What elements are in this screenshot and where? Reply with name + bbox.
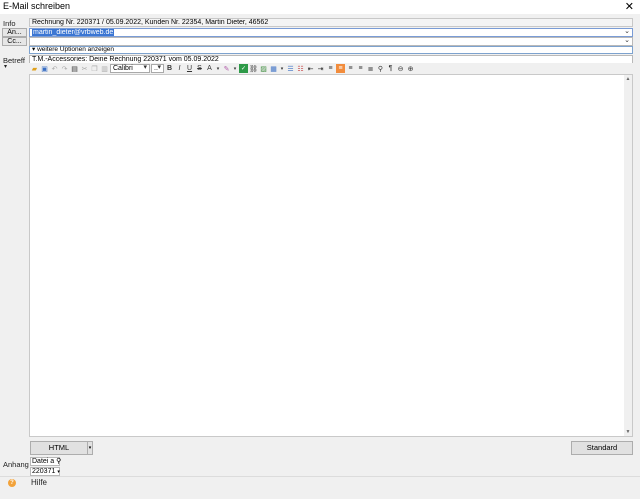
font-size-select[interactable]: .. ▾	[151, 64, 164, 73]
justify-icon[interactable]: ≣	[366, 64, 375, 73]
save-icon[interactable]: ▣	[40, 64, 49, 73]
attach-file-button[interactable]: Datei a ⚲	[30, 457, 62, 466]
scroll-up-icon[interactable]: ▲	[624, 76, 632, 82]
format-dropdown-icon[interactable]: ▾	[87, 441, 93, 455]
highlight-icon[interactable]: ✎	[222, 64, 231, 73]
chevron-down-icon[interactable]: ▾	[279, 64, 285, 73]
open-folder-icon[interactable]: ▰	[30, 64, 39, 73]
font-name-select[interactable]: Calibri ▾	[110, 64, 150, 73]
zoom-in-icon[interactable]: ⊕	[406, 64, 415, 73]
more-options-toggle[interactable]: ▾ weitere Uptionen anzeigen	[29, 46, 633, 54]
attachment-item[interactable]: 220371 ▾	[30, 467, 60, 476]
close-icon[interactable]: ✕	[625, 0, 634, 13]
chevron-down-icon[interactable]: ⌄	[624, 29, 630, 35]
print-preview-icon[interactable]: ▤	[70, 64, 79, 73]
underline-button[interactable]: U	[185, 64, 194, 73]
window-title: E-Mail schreiben	[3, 1, 71, 11]
attach-file-label: Datei a	[32, 458, 55, 465]
to-field[interactable]: martin_dieter@vrbweb.de ⌄	[29, 28, 633, 37]
format-html-button[interactable]: HTML	[30, 441, 88, 455]
find-icon[interactable]: ⚲	[376, 64, 385, 73]
attachment-filename: 220371	[32, 468, 56, 475]
align-left-active-icon[interactable]: ≡	[336, 64, 345, 73]
chevron-down-icon[interactable]: ⌄	[624, 38, 630, 44]
copy-icon[interactable]: ❐	[90, 64, 99, 73]
undo-icon[interactable]: ↶	[50, 64, 59, 73]
pilcrow-icon[interactable]: ¶	[386, 64, 395, 73]
paperclip-icon: ⚲	[56, 458, 62, 465]
cc-field[interactable]: ⌄	[29, 37, 633, 46]
image-icon[interactable]: ▨	[259, 64, 268, 73]
align-right-icon[interactable]: ≡	[356, 64, 365, 73]
align-left-icon[interactable]: ≡	[326, 64, 335, 73]
vertical-scrollbar[interactable]: ▲ ▼	[624, 75, 632, 436]
cc-button[interactable]: Cc...	[2, 37, 27, 46]
bold-button[interactable]: B	[165, 64, 174, 73]
align-center-icon[interactable]: ≡	[346, 64, 355, 73]
zoom-out-icon[interactable]: ⊖	[396, 64, 405, 73]
italic-button[interactable]: I	[175, 64, 184, 73]
font-color-button[interactable]: A	[205, 64, 214, 73]
to-value: martin_dieter@vrbweb.de	[32, 29, 115, 36]
message-editor[interactable]: ▲ ▼	[29, 74, 633, 437]
to-button[interactable]: An...	[2, 28, 27, 37]
cut-icon[interactable]: ✂	[80, 64, 89, 73]
format-toolbar: ▰ ▣ ↶ ↷ ▤ ✂ ❐ ▥ Calibri ▾ .. ▾ B I U S A…	[29, 63, 633, 74]
spellcheck-icon[interactable]: ✓	[239, 64, 248, 73]
font-name-value: Calibri	[113, 65, 133, 72]
info-field: Rechnung Nr. 220371 / 05.09.2022, Kunden…	[29, 18, 633, 27]
chevron-down-icon: ▾	[143, 64, 147, 71]
title-bar: E-Mail schreiben ✕	[0, 0, 640, 14]
indent-icon[interactable]: ⇥	[316, 64, 325, 73]
chevron-down-icon[interactable]: ▾	[232, 64, 238, 73]
attachment-label: Anhang	[3, 460, 29, 469]
divider	[0, 476, 640, 477]
help-link[interactable]: Hilfe	[31, 478, 47, 487]
info-label: Info	[3, 19, 16, 28]
outdent-icon[interactable]: ⇤	[306, 64, 315, 73]
bullet-list-icon[interactable]: ☰	[286, 64, 295, 73]
paste-icon[interactable]: ▥	[100, 64, 109, 73]
scroll-down-icon[interactable]: ▼	[624, 429, 632, 435]
table-icon[interactable]: ▦	[269, 64, 278, 73]
strikethrough-button[interactable]: S	[195, 64, 204, 73]
redo-icon[interactable]: ↷	[60, 64, 69, 73]
numbered-list-icon[interactable]: ☷	[296, 64, 305, 73]
link-icon[interactable]: ⛓	[249, 64, 258, 73]
standard-button[interactable]: Standard	[571, 441, 633, 455]
subject-expand-icon[interactable]: ▾	[4, 63, 7, 70]
chevron-down-icon: ▾	[157, 64, 161, 71]
chevron-down-icon: ▾	[57, 469, 60, 475]
chevron-down-icon[interactable]: ▾	[215, 64, 221, 73]
help-icon[interactable]: ?	[8, 479, 16, 487]
